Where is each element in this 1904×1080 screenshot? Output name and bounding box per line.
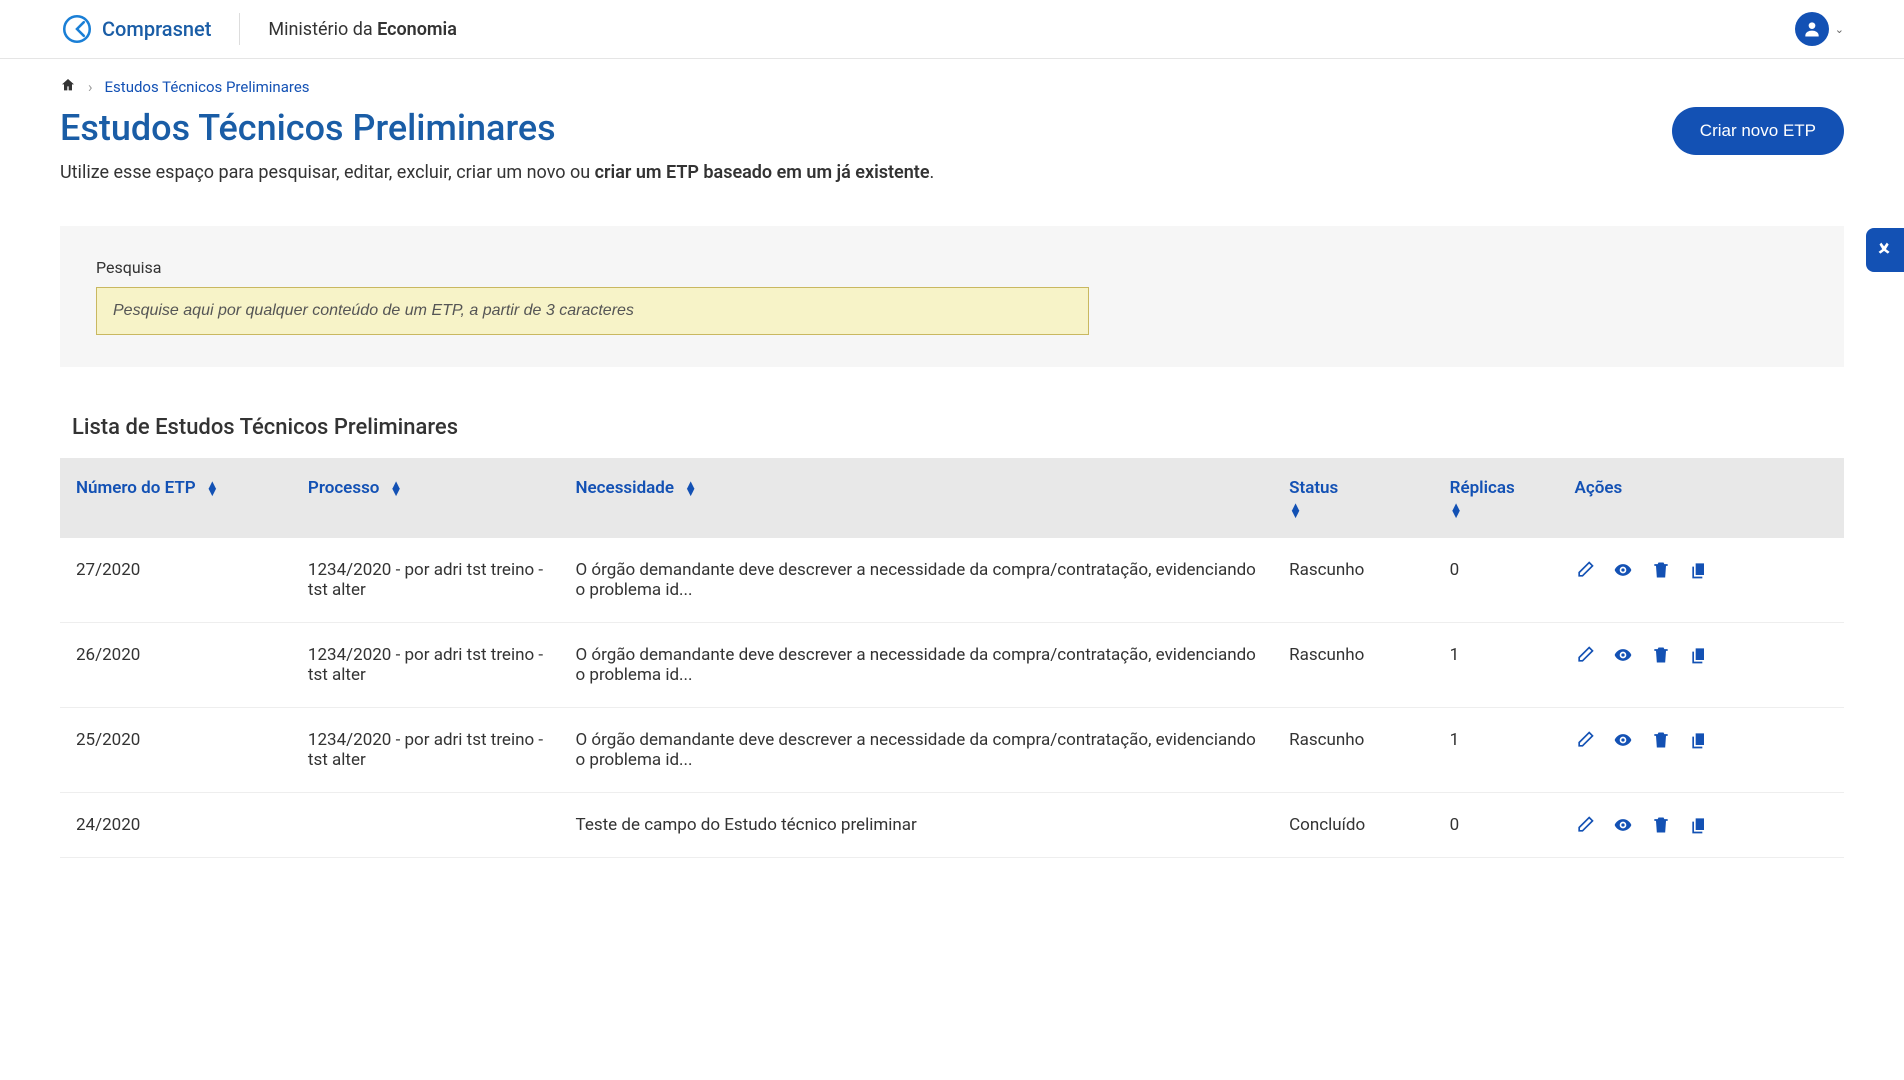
copy-icon[interactable] — [1689, 730, 1709, 750]
header-divider — [239, 13, 240, 45]
table-row: 27/20201234/2020 - por adri tst treino -… — [60, 538, 1844, 623]
edit-icon[interactable] — [1575, 560, 1595, 580]
copy-icon[interactable] — [1689, 560, 1709, 580]
accessibility-icon — [1874, 239, 1896, 261]
table-row: 24/2020 Teste de campo do Estudo técnico … — [60, 793, 1844, 858]
user-icon — [1802, 19, 1822, 39]
list-title: Lista de Estudos Técnicos Preliminares — [0, 387, 1904, 458]
table-row: 25/20201234/2020 - por adri tst treino -… — [60, 708, 1844, 793]
view-icon[interactable] — [1613, 645, 1633, 665]
edit-icon[interactable] — [1575, 730, 1595, 750]
home-icon[interactable] — [60, 77, 76, 97]
cell-etp: 24/2020 — [60, 793, 292, 858]
cell-replicas: 1 — [1434, 708, 1559, 793]
cell-status: Rascunho — [1273, 538, 1434, 623]
page-head: Estudos Técnicos Preliminares Utilize es… — [0, 97, 1904, 206]
sort-icon[interactable]: ▲▼ — [206, 482, 219, 496]
cell-etp: 25/2020 — [60, 708, 292, 793]
ministry-label: Ministério da Economia — [268, 19, 457, 40]
cell-status: Concluído — [1273, 793, 1434, 858]
view-icon[interactable] — [1613, 730, 1633, 750]
copy-icon[interactable] — [1689, 645, 1709, 665]
cell-processo: 1234/2020 - por adri tst treino - tst al… — [292, 538, 560, 623]
sort-icon[interactable]: ▲▼ — [1450, 504, 1543, 518]
sort-icon[interactable]: ▲▼ — [684, 482, 697, 496]
comprasnet-logo-icon — [60, 12, 94, 46]
app-header: Comprasnet Ministério da Economia ⌄ — [0, 0, 1904, 59]
cell-necessidade: O órgão demandante deve descrever a nece… — [560, 623, 1274, 708]
col-header-replicas[interactable]: Réplicas ▲▼ — [1434, 458, 1559, 538]
header-left: Comprasnet Ministério da Economia — [60, 12, 457, 46]
chevron-down-icon: ⌄ — [1835, 23, 1844, 36]
delete-icon[interactable] — [1651, 645, 1671, 665]
cell-actions — [1559, 623, 1844, 708]
breadcrumb-separator: › — [88, 78, 93, 96]
cell-status: Rascunho — [1273, 623, 1434, 708]
col-header-status[interactable]: Status ▲▼ — [1273, 458, 1434, 538]
search-label: Pesquisa — [96, 258, 1808, 277]
cell-etp: 27/2020 — [60, 538, 292, 623]
accessibility-button[interactable] — [1866, 228, 1904, 272]
sort-icon[interactable]: ▲▼ — [390, 482, 403, 496]
create-etp-button[interactable]: Criar novo ETP — [1672, 107, 1844, 155]
col-header-processo[interactable]: Processo ▲▼ — [292, 458, 560, 538]
view-icon[interactable] — [1613, 560, 1633, 580]
breadcrumb-link[interactable]: Estudos Técnicos Preliminares — [105, 78, 310, 96]
avatar — [1795, 12, 1829, 46]
brand-text: Comprasnet — [102, 17, 211, 41]
search-input[interactable] — [96, 287, 1089, 335]
cell-replicas: 0 — [1434, 793, 1559, 858]
cell-replicas: 1 — [1434, 623, 1559, 708]
cell-processo — [292, 793, 560, 858]
cell-status: Rascunho — [1273, 708, 1434, 793]
col-header-necessidade[interactable]: Necessidade ▲▼ — [560, 458, 1274, 538]
cell-actions — [1559, 793, 1844, 858]
page-title: Estudos Técnicos Preliminares — [60, 107, 1672, 149]
table-row: 26/20201234/2020 - por adri tst treino -… — [60, 623, 1844, 708]
delete-icon[interactable] — [1651, 560, 1671, 580]
cell-actions — [1559, 538, 1844, 623]
edit-icon[interactable] — [1575, 815, 1595, 835]
page-description: Utilize esse espaço para pesquisar, edit… — [60, 159, 1672, 186]
delete-icon[interactable] — [1651, 815, 1671, 835]
cell-etp: 26/2020 — [60, 623, 292, 708]
brand-logo[interactable]: Comprasnet — [60, 12, 211, 46]
etp-table: Número do ETP ▲▼ Processo ▲▼ Necessidade… — [60, 458, 1844, 858]
search-panel: Pesquisa — [60, 226, 1844, 367]
cell-necessidade: O órgão demandante deve descrever a nece… — [560, 538, 1274, 623]
sort-icon[interactable]: ▲▼ — [1289, 504, 1418, 518]
col-header-acoes: Ações — [1559, 458, 1844, 538]
cell-replicas: 0 — [1434, 538, 1559, 623]
cell-actions — [1559, 708, 1844, 793]
delete-icon[interactable] — [1651, 730, 1671, 750]
col-header-etp[interactable]: Número do ETP ▲▼ — [60, 458, 292, 538]
cell-necessidade: Teste de campo do Estudo técnico prelimi… — [560, 793, 1274, 858]
cell-processo: 1234/2020 - por adri tst treino - tst al… — [292, 623, 560, 708]
user-menu[interactable]: ⌄ — [1795, 12, 1844, 46]
view-icon[interactable] — [1613, 815, 1633, 835]
copy-icon[interactable] — [1689, 815, 1709, 835]
cell-processo: 1234/2020 - por adri tst treino - tst al… — [292, 708, 560, 793]
cell-necessidade: O órgão demandante deve descrever a nece… — [560, 708, 1274, 793]
breadcrumb: › Estudos Técnicos Preliminares — [0, 59, 1904, 97]
edit-icon[interactable] — [1575, 645, 1595, 665]
